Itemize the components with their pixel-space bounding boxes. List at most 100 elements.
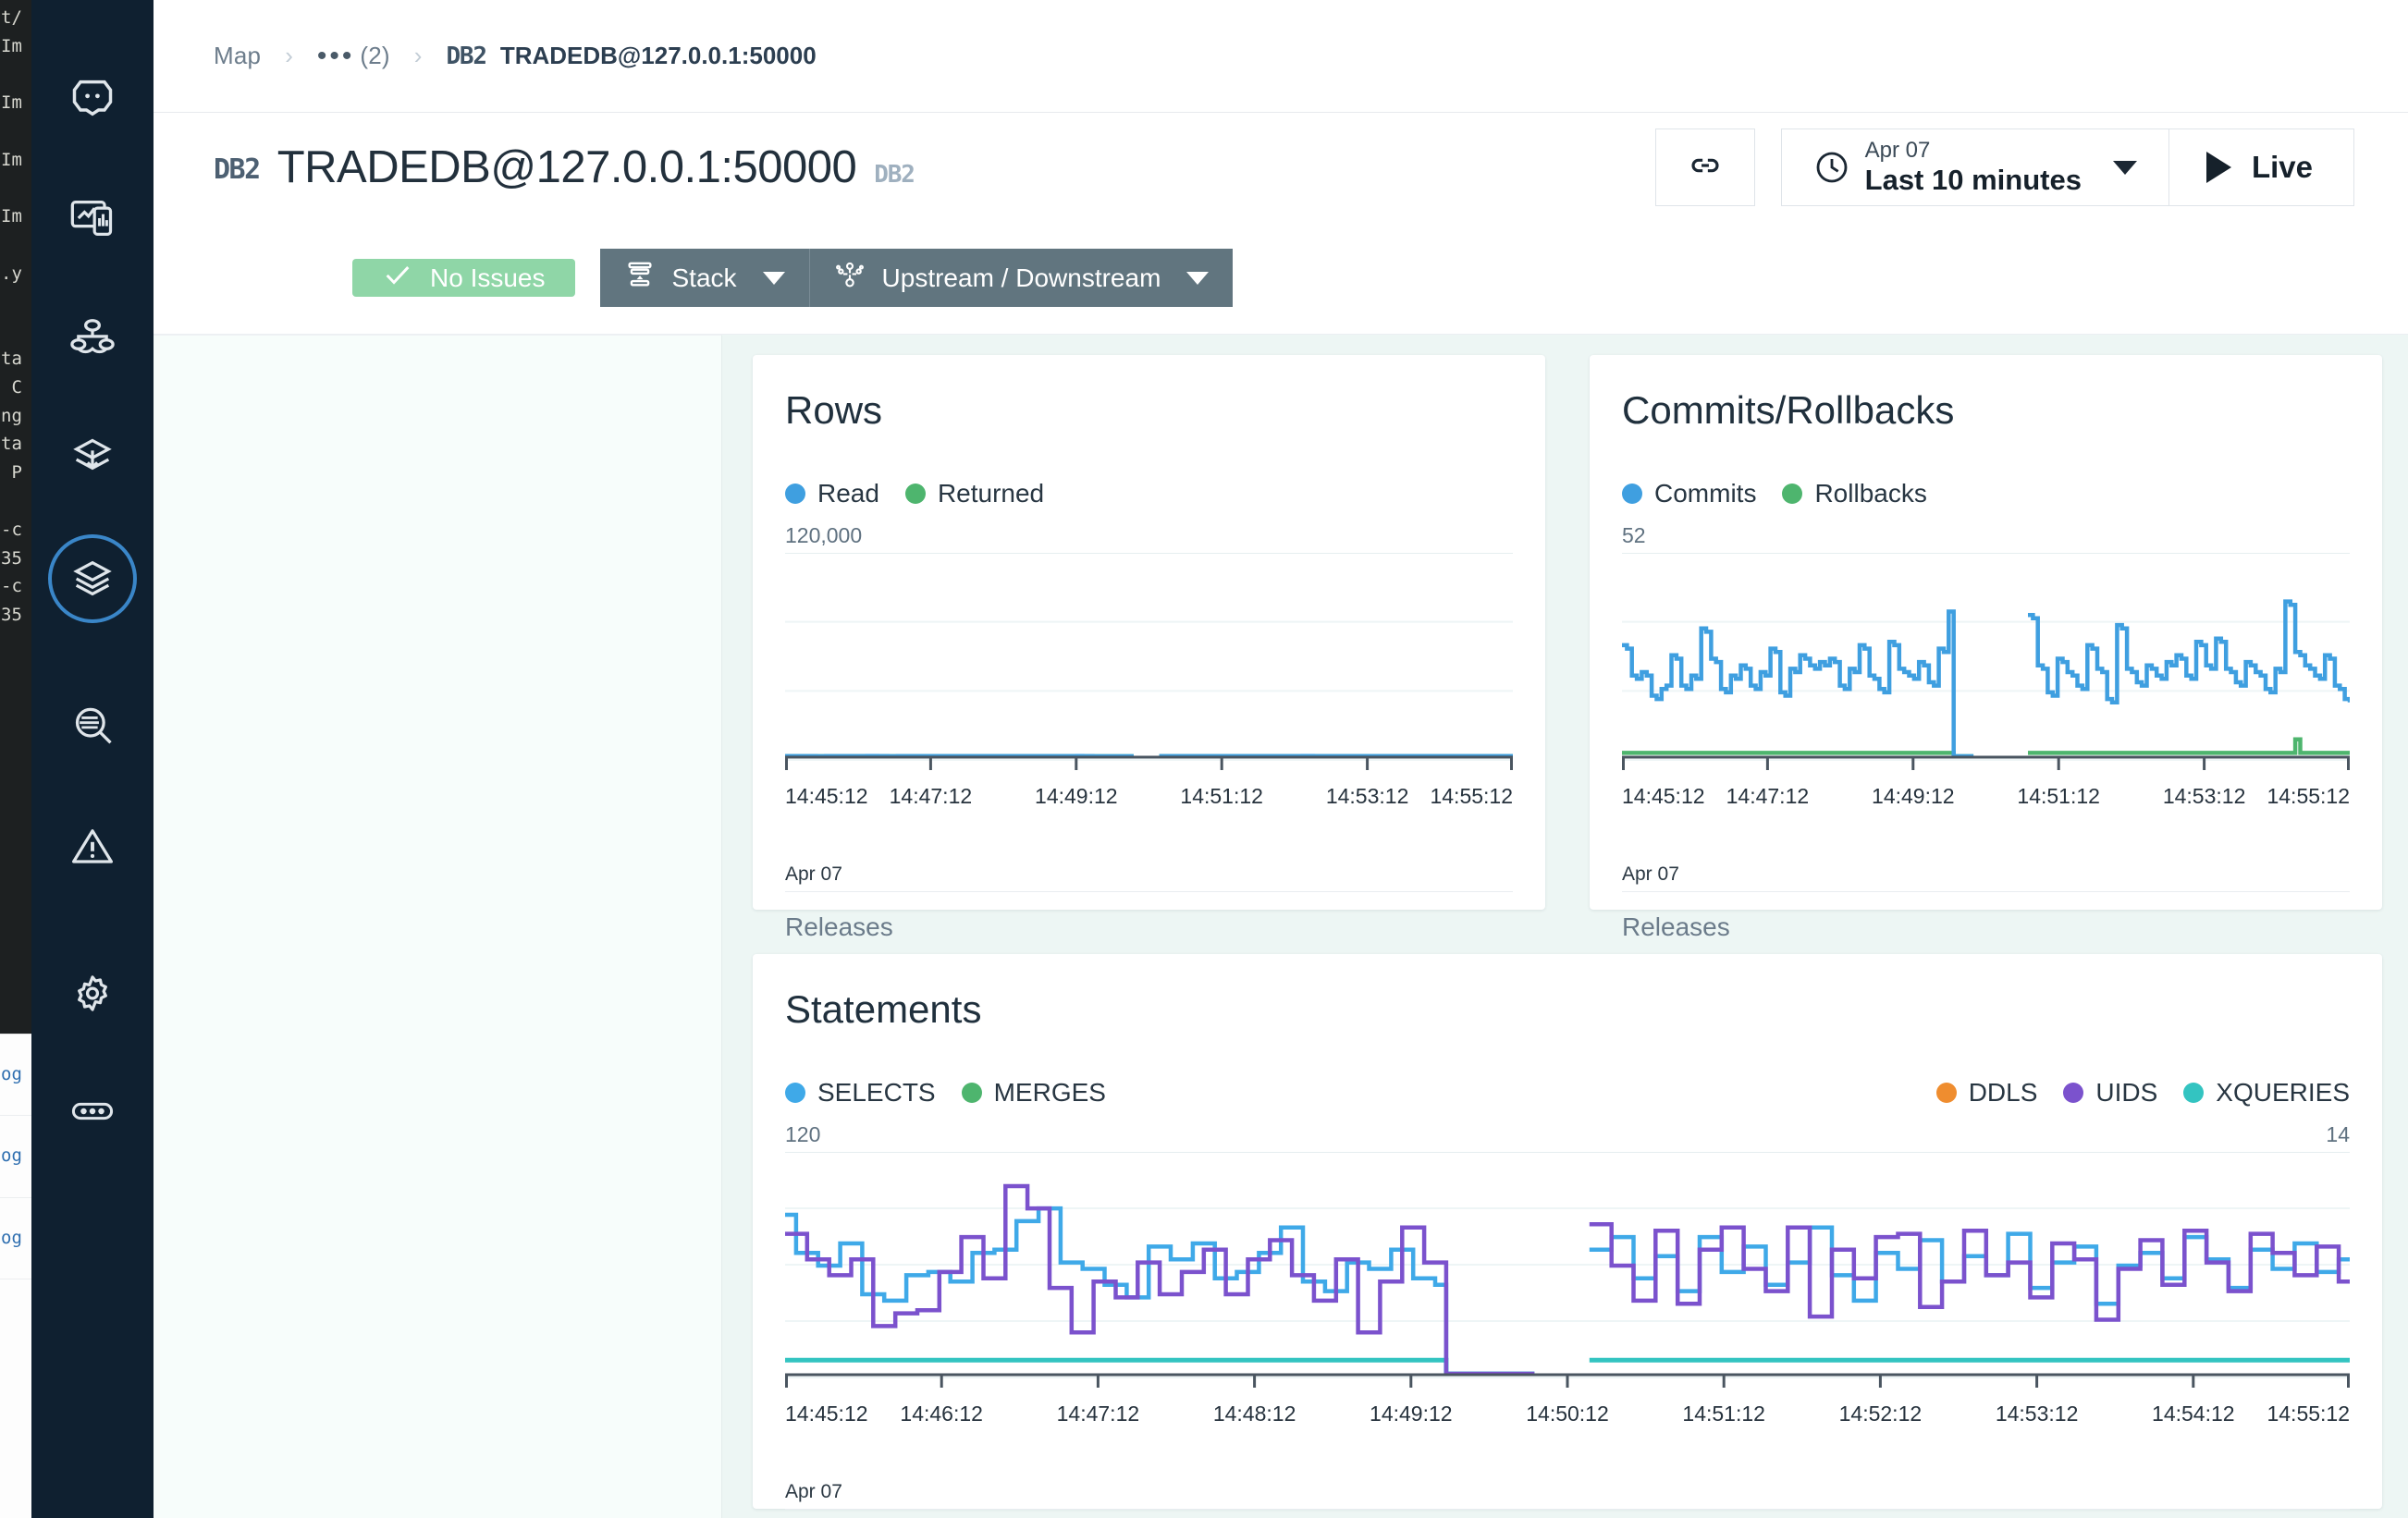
topology-icon: [68, 314, 117, 362]
legend-item-selects[interactable]: SELECTS: [785, 1078, 936, 1108]
sidebar-item-settings[interactable]: [48, 950, 137, 1039]
copy-link-button[interactable]: [1654, 129, 1755, 206]
sidebar-item-robot-logo[interactable]: [48, 54, 137, 142]
legend-label: SELECTS: [817, 1078, 936, 1107]
breadcrumb-count: (2): [360, 42, 390, 69]
chart-title-commits: Commits/Rollbacks: [1622, 388, 1955, 432]
x-tick-label: 14:45:12: [785, 784, 868, 808]
legend-dot: [961, 1083, 982, 1103]
legend-left: SELECTS MERGES: [785, 1078, 1106, 1108]
legend-dot: [785, 1083, 805, 1103]
legend-label: DDLS: [1968, 1078, 2038, 1107]
legend-right: DDLS UIDS XQUERIES: [1935, 1078, 2350, 1108]
legend-item-returned[interactable]: Returned: [904, 479, 1045, 508]
legend-label: Read: [817, 479, 879, 508]
x-tick-label: 14:49:12: [1370, 1402, 1453, 1426]
background-editor: og og og: [0, 1034, 31, 1518]
legend-item-ddls[interactable]: DDLS: [1935, 1078, 2038, 1108]
dependency-graph-icon: [834, 259, 866, 297]
chart-title-statements: Statements: [785, 987, 982, 1031]
legend-label: MERGES: [993, 1078, 1106, 1107]
legend-dot: [2183, 1083, 2205, 1103]
y-max-label-right: 14: [2326, 1122, 2350, 1146]
charts-row-top: Rows Read Returned 120,000 14:45:12 14:4…: [753, 355, 2382, 941]
live-button[interactable]: Live: [2168, 129, 2354, 206]
link-icon: [1688, 148, 1723, 188]
legend-left: Read Returned: [785, 479, 1044, 508]
legend-label: Commits: [1654, 479, 1757, 508]
legend-dot: [1935, 1083, 1957, 1103]
legend-item-merges[interactable]: MERGES: [961, 1078, 1106, 1108]
page-title: TRADEDB@127.0.0.1:50000: [276, 142, 857, 192]
breadcrumb-current[interactable]: DB2 TRADEDB@127.0.0.1:50000: [446, 42, 816, 70]
check-icon: [382, 259, 413, 297]
legend-dot: [785, 484, 805, 504]
breadcrumb-separator: ›: [285, 42, 293, 69]
x-tick-label: 14:45:12: [785, 1402, 868, 1426]
legend-label: Rollbacks: [1814, 479, 1927, 508]
sidebar-item-alerts[interactable]: [48, 802, 137, 891]
y-max-label: 52: [1622, 523, 1646, 547]
chart-plot-statements[interactable]: [785, 1152, 2350, 1402]
charts-canvas: Rows Read Returned 120,000 14:45:12 14:4…: [722, 335, 2408, 1518]
chart-xaxis-date: Apr 07: [785, 1481, 842, 1502]
sidebar-item-dashboards[interactable]: [48, 174, 137, 263]
chart-yaxis-commits: 52: [1622, 523, 2350, 548]
legend-label: XQUERIES: [2216, 1078, 2350, 1107]
legend-left: Commits Rollbacks: [1622, 479, 1927, 508]
chart-plot-rows[interactable]: [785, 553, 1513, 784]
breadcrumb: Map › ••• (2) › DB2 TRADEDB@127.0.0.1:50…: [154, 0, 2408, 113]
legend-item-xqueries[interactable]: XQUERIES: [2183, 1078, 2350, 1108]
x-tick-label: 14:47:12: [1056, 1402, 1140, 1426]
stack-list-icon: [624, 259, 656, 297]
breadcrumb-current-label: TRADEDB@127.0.0.1:50000: [499, 42, 817, 69]
chart-releases-rows[interactable]: Releases: [785, 891, 1513, 942]
x-tick-label: 14:54:12: [2152, 1402, 2235, 1426]
legend-item-uids[interactable]: UIDS: [2063, 1078, 2157, 1108]
sidebar-item-log-search[interactable]: [48, 682, 137, 771]
x-tick-label: 14:55:12: [1430, 784, 1513, 808]
chart-releases-statements[interactable]: Releases: [785, 1509, 2350, 1518]
page-header: DB2 TRADEDB@127.0.0.1:50000 DB2 Apr 07 L…: [154, 113, 2408, 222]
x-tick-label: 14:55:12: [2267, 784, 2350, 808]
status-badge[interactable]: No Issues: [352, 259, 575, 297]
legend-label: UIDS: [2095, 1078, 2158, 1107]
upstream-downstream-dropdown[interactable]: Upstream / Downstream: [808, 249, 1234, 307]
chart-legend-commits: Commits Rollbacks: [1622, 479, 2350, 508]
db2-badge-icon: DB2: [446, 42, 487, 70]
chart-xaxis-rows: 14:45:12 14:47:12 14:49:12 14:51:12 14:53:12…: [785, 784, 1513, 836]
x-tick-label: 14:50:12: [1526, 1402, 1609, 1426]
sidebar-item-layers[interactable]: [48, 414, 137, 503]
chart-releases-commits[interactable]: Releases: [1622, 891, 2350, 942]
x-tick-label: 14:52:12: [1838, 1402, 1923, 1426]
time-range-picker[interactable]: Apr 07 Last 10 minutes: [1780, 129, 2169, 206]
legend-item-rollbacks[interactable]: Rollbacks: [1782, 479, 1927, 508]
chevron-down-icon: [2112, 160, 2137, 175]
content-split: Rows Read Returned 120,000 14:45:12 14:4…: [154, 335, 2408, 1518]
legend-dot: [1782, 484, 1803, 504]
gear-icon: [68, 971, 117, 1019]
x-tick-label: 14:51:12: [1682, 1402, 1765, 1426]
stack-dropdown[interactable]: Stack: [599, 249, 809, 307]
chart-xaxis-date: Apr 07: [1622, 863, 1679, 885]
sidebar-item-topology[interactable]: [48, 294, 137, 383]
legend-item-commits[interactable]: Commits: [1622, 479, 1756, 508]
chevron-down-icon: [762, 271, 785, 285]
y-max-label: 120,000: [785, 523, 863, 547]
upstream-downstream-label: Upstream / Downstream: [881, 263, 1161, 292]
main-region: Map › ••• (2) › DB2 TRADEDB@127.0.0.1:50…: [154, 0, 2408, 1518]
stack-label: Stack: [671, 263, 737, 292]
clock-icon: [1813, 149, 1850, 186]
x-tick-label: 14:47:12: [889, 784, 973, 808]
chevron-down-icon: [1186, 271, 1210, 285]
legend-label: Returned: [937, 479, 1045, 508]
sidebar-item-stack[interactable]: [48, 534, 137, 623]
legend-item-read[interactable]: Read: [785, 479, 879, 508]
breadcrumb-separator-2: ›: [413, 42, 423, 69]
legend-dot: [1622, 484, 1642, 504]
breadcrumb-map[interactable]: Map: [214, 42, 261, 70]
breadcrumb-ellipsis[interactable]: •••: [317, 41, 361, 72]
sidebar-item-more[interactable]: [48, 1067, 137, 1156]
chart-xaxis-statements: 14:45:12 14:46:12 14:47:12 14:48:12 14:49:12…: [785, 1402, 2350, 1453]
chart-plot-commits[interactable]: [1622, 553, 2350, 784]
